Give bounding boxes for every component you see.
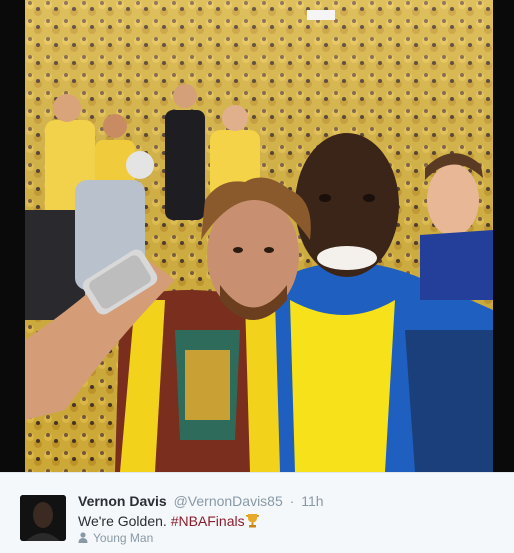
tweet-location: Young Man <box>78 530 153 547</box>
tweet-text: We're Golden. #NBAFinals <box>78 512 259 532</box>
screen-name[interactable]: @VernonDavis85 <box>174 493 283 509</box>
selfie-image <box>25 0 493 472</box>
avatar-image <box>20 495 66 541</box>
separator-dot: · <box>289 493 295 509</box>
tweet-header: Vernon Davis @VernonDavis85 · 11h <box>78 492 324 510</box>
person-icon <box>78 531 88 547</box>
avatar[interactable] <box>20 495 66 541</box>
timestamp[interactable]: 11h <box>301 493 323 509</box>
display-name[interactable]: Vernon Davis <box>78 493 167 509</box>
trophy-icon <box>245 513 259 532</box>
location-text[interactable]: Young Man <box>93 531 153 545</box>
tweet-photo-frame <box>0 0 514 472</box>
tweet-photo[interactable] <box>25 0 493 472</box>
tweet-body: We're Golden. <box>78 513 167 529</box>
tweet-card: Vernon Davis @VernonDavis85 · 11h We're … <box>0 472 514 553</box>
hashtag-link[interactable]: #NBAFinals <box>171 513 245 529</box>
